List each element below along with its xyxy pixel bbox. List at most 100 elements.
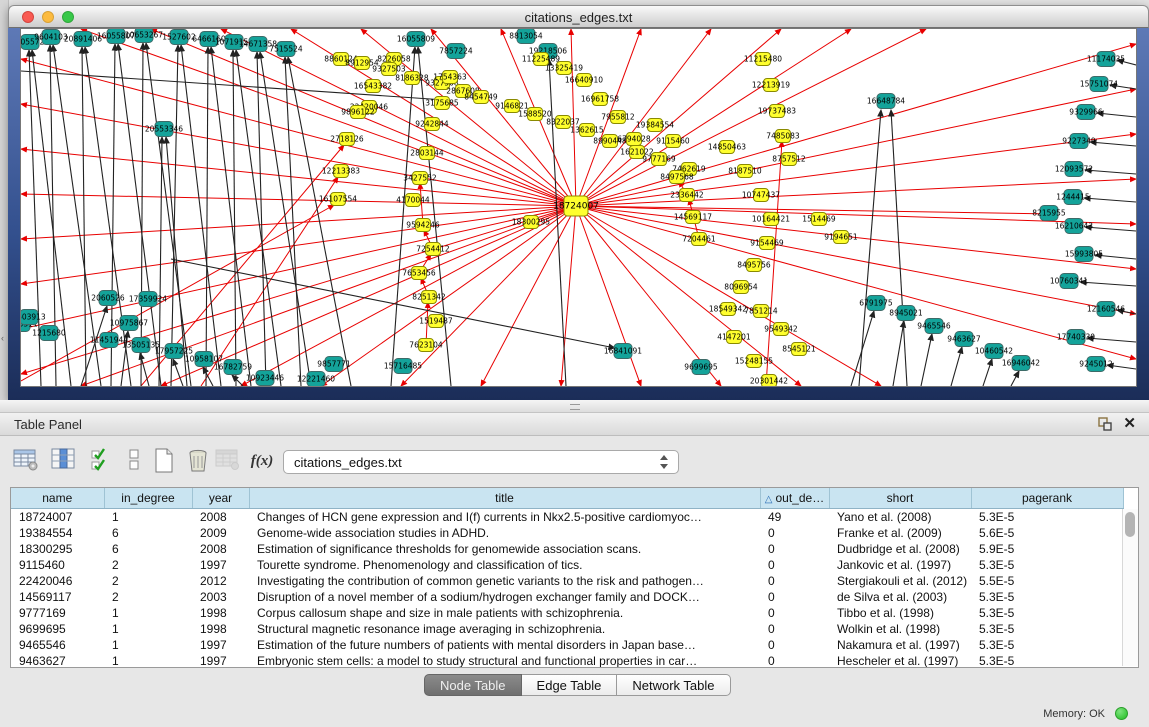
- clear-selection-icon[interactable]: [120, 447, 148, 475]
- function-builder-icon[interactable]: f(x): [248, 447, 276, 475]
- graph-node[interactable]: 3175685: [425, 97, 459, 110]
- table-column-icon[interactable]: [50, 447, 78, 475]
- graph-node[interactable]: 12093572: [1055, 162, 1093, 177]
- graph-node[interactable]: 16055809: [397, 32, 435, 47]
- graph-node[interactable]: 7204461: [682, 233, 716, 246]
- graph-node[interactable]: 9154469: [750, 237, 784, 250]
- network-canvas[interactable]: 1405572496041032089140616055807106532671…: [20, 28, 1137, 387]
- graph-node[interactable]: 14850463: [708, 141, 746, 154]
- table-row[interactable]: 2242004622012Investigating the contribut…: [11, 573, 1123, 589]
- graph-node[interactable]: 11215480: [744, 53, 782, 66]
- graph-node[interactable]: 9896122: [341, 106, 375, 119]
- new-table-icon[interactable]: [150, 447, 178, 475]
- graph-node[interactable]: 16107554: [319, 193, 357, 206]
- column-header-in-degree[interactable]: in_degree: [104, 488, 192, 509]
- graph-node[interactable]: 9777169: [642, 153, 676, 166]
- graph-node[interactable]: 16543382: [354, 80, 392, 93]
- float-panel-icon[interactable]: [1097, 416, 1113, 432]
- graph-node[interactable]: 9329966: [1069, 105, 1103, 120]
- graph-node[interactable]: 16648784: [867, 94, 905, 109]
- graph-node[interactable]: 8215955: [1032, 206, 1066, 221]
- graph-node[interactable]: 9857771: [317, 357, 351, 372]
- graph-node[interactable]: 10164421: [752, 213, 790, 226]
- delete-column-icon[interactable]: [214, 447, 242, 475]
- table-selector-dropdown[interactable]: citations_edges.txt: [283, 450, 679, 474]
- tab-network-table[interactable]: Network Table: [617, 674, 730, 696]
- table-row[interactable]: 969969511998Structural magnetic resonanc…: [11, 621, 1123, 637]
- graph-node[interactable]: 8545121: [782, 343, 816, 356]
- graph-node[interactable]: 1519487: [419, 315, 453, 328]
- graph-node[interactable]: 8945021: [889, 306, 923, 321]
- graph-node[interactable]: 9699695: [684, 360, 718, 375]
- graph-node[interactable]: 9245012: [1079, 357, 1113, 372]
- graph-node[interactable]: 15751074: [1080, 77, 1118, 92]
- graph-node[interactable]: 1244415: [1056, 190, 1090, 205]
- graph-node[interactable]: 9463627: [947, 332, 981, 347]
- graph-node[interactable]: 9465546: [917, 319, 951, 334]
- graph-node[interactable]: 7623104: [409, 339, 443, 352]
- graph-node[interactable]: 7485083: [766, 130, 800, 143]
- table-row[interactable]: 946362711997Embryonic stem cells: a mode…: [11, 653, 1123, 668]
- graph-node[interactable]: 16841091: [604, 344, 642, 359]
- table-scrollbar[interactable]: [1122, 509, 1138, 666]
- graph-node[interactable]: 8495756: [737, 259, 771, 272]
- graph-node[interactable]: 8186328: [395, 72, 429, 85]
- graph-node[interactable]: 20301442: [750, 375, 788, 388]
- divider-grip-icon[interactable]: [570, 404, 580, 410]
- graph-node[interactable]: 7955812: [601, 111, 635, 124]
- graph-node[interactable]: 19737483: [758, 105, 796, 118]
- column-header-year[interactable]: year: [192, 488, 249, 509]
- graph-node[interactable]: 17740330: [1057, 330, 1095, 345]
- graph-node[interactable]: 10923446: [246, 371, 284, 386]
- graph-node[interactable]: 7515524: [269, 42, 303, 57]
- graph-node[interactable]: 8187510: [728, 165, 762, 178]
- table-row[interactable]: 1456911722003Disruption of a novel membe…: [11, 589, 1123, 605]
- graph-node[interactable]: 2803144: [410, 147, 444, 160]
- table-row[interactable]: 911546021997Tourette syndrome. Phenomeno…: [11, 557, 1123, 573]
- graph-node[interactable]: 11174035: [1087, 52, 1125, 67]
- graph-node[interactable]: 8503913: [20, 310, 46, 325]
- column-header-short[interactable]: short: [829, 488, 971, 509]
- graph-node[interactable]: 12213383: [322, 165, 360, 178]
- graph-node[interactable]: 15993805: [1065, 247, 1103, 262]
- graph-node[interactable]: 8096954: [724, 281, 758, 294]
- graph-node[interactable]: 9227349: [1062, 134, 1096, 149]
- graph-node[interactable]: 2336442: [670, 189, 704, 202]
- graph-node[interactable]: 10460542: [975, 344, 1013, 359]
- panel-divider[interactable]: [0, 400, 1149, 413]
- tab-node-table[interactable]: Node Table: [424, 674, 522, 696]
- graph-node[interactable]: 18300295: [512, 216, 550, 229]
- table-settings-icon[interactable]: [12, 447, 40, 475]
- graph-node[interactable]: 1527602: [162, 30, 196, 45]
- graph-node[interactable]: 4170044: [396, 194, 430, 207]
- graph-node[interactable]: 1215680: [32, 326, 66, 341]
- graph-node[interactable]: 10747437: [742, 189, 780, 202]
- column-header-out-degree[interactable]: △out_de…: [760, 488, 829, 509]
- graph-node[interactable]: 19384554: [636, 119, 674, 132]
- select-all-icon[interactable]: [88, 447, 116, 475]
- graph-node[interactable]: 8454749: [464, 91, 498, 104]
- graph-node[interactable]: 20553346: [145, 122, 183, 137]
- network-window-titlebar[interactable]: citations_edges.txt: [8, 5, 1149, 28]
- table-row[interactable]: 977716911998Corpus callosum shape and si…: [11, 605, 1123, 621]
- graph-node[interactable]: 8813054: [509, 29, 543, 44]
- graph-node[interactable]: 18549342: [709, 303, 747, 316]
- column-header-name[interactable]: name: [11, 488, 104, 509]
- graph-node[interactable]: 8497568: [660, 171, 694, 184]
- graph-node[interactable]: 16210643: [1055, 219, 1093, 234]
- column-header-pagerank[interactable]: pagerank: [971, 488, 1123, 509]
- graph-node[interactable]: 16946042: [1002, 356, 1040, 371]
- graph-node[interactable]: 7653456: [402, 267, 436, 280]
- graph-node[interactable]: 6791975: [859, 296, 893, 311]
- graph-node[interactable]: 7851214: [744, 305, 778, 318]
- table-row[interactable]: 946554611997Estimation of the future num…: [11, 637, 1123, 653]
- table-row[interactable]: 1830029562008Estimation of significance …: [11, 541, 1123, 557]
- graph-node[interactable]: 12160546: [1087, 302, 1125, 317]
- column-header-title[interactable]: title: [249, 488, 760, 509]
- graph-node[interactable]: 9194651: [824, 231, 858, 244]
- graph-node[interactable]: 16640910: [565, 74, 603, 87]
- graph-node[interactable]: 3427552: [403, 172, 437, 185]
- table-row[interactable]: 1872400712008Changes of HCN gene express…: [11, 509, 1123, 526]
- graph-node[interactable]: 2718126: [330, 133, 364, 146]
- tab-edge-table[interactable]: Edge Table: [522, 674, 618, 696]
